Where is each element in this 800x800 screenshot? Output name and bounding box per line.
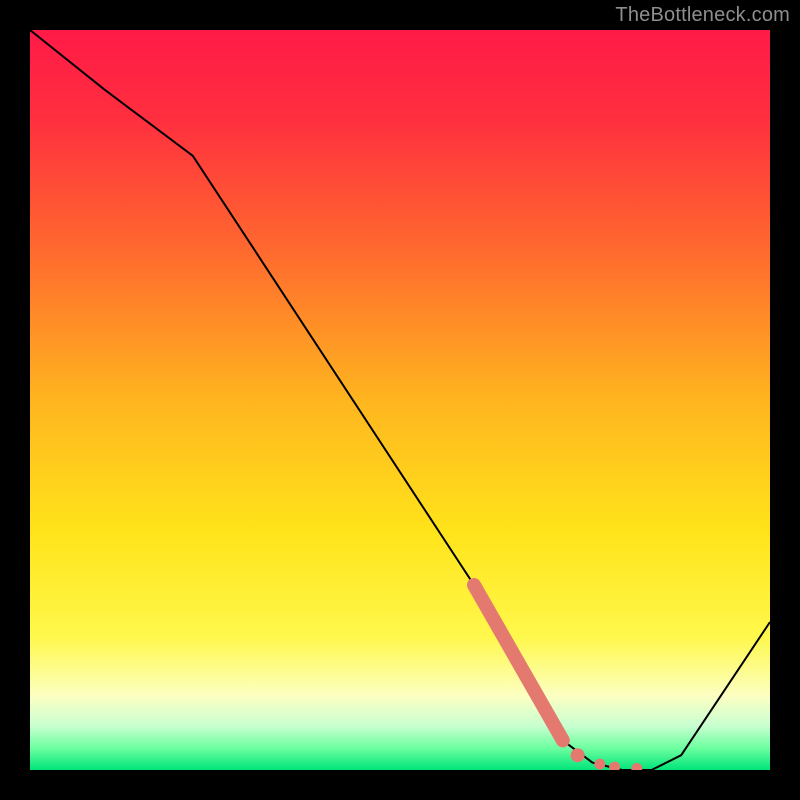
chart-svg [30,30,770,770]
chart-frame: TheBottleneck.com [0,0,800,800]
gradient-background [30,30,770,770]
plot-area [30,30,770,770]
watermark-text: TheBottleneck.com [615,4,790,27]
